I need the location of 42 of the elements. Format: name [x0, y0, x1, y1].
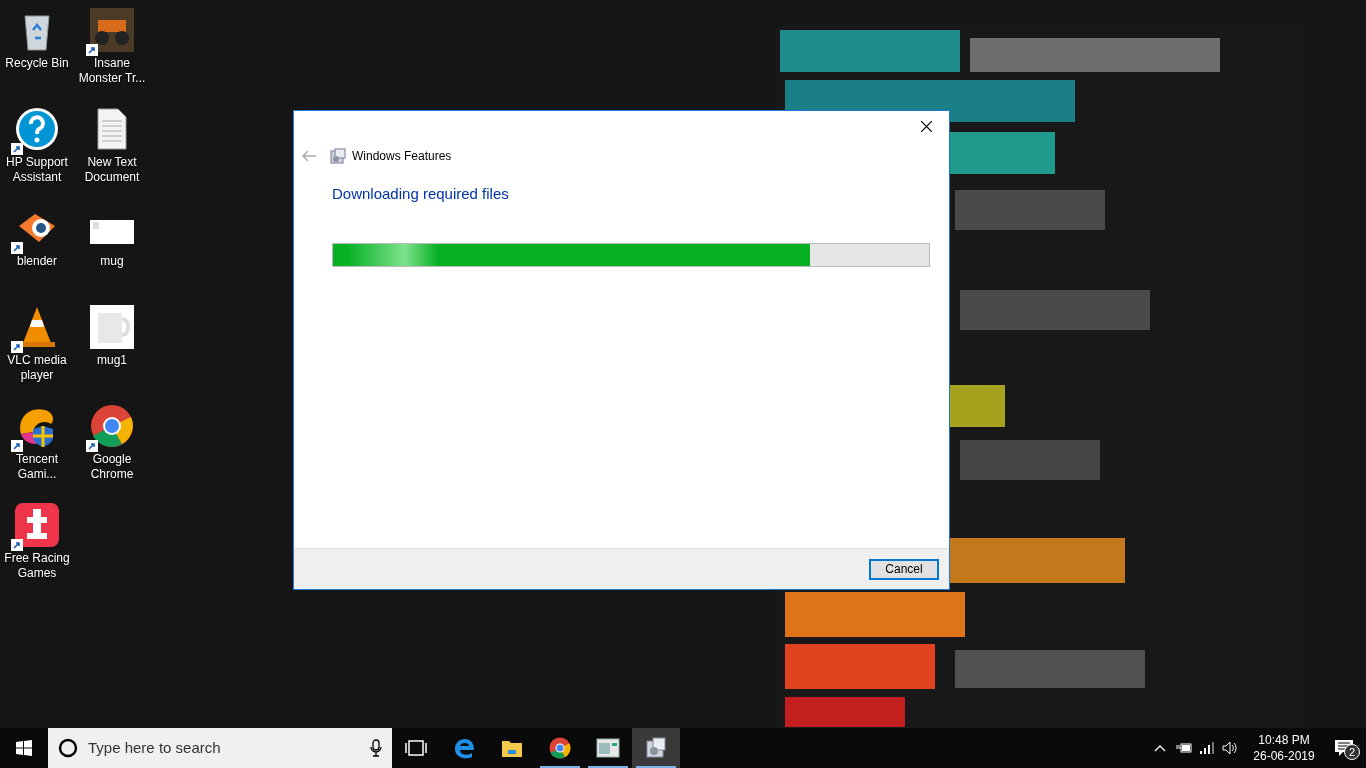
signal-bars-icon[interactable]	[1200, 742, 1214, 754]
windows-logo-icon	[16, 740, 32, 756]
truck-icon	[90, 8, 134, 52]
desktop-icon-label[interactable]: Recycle Bin	[1, 56, 73, 71]
chevron-up-icon[interactable]	[1154, 744, 1166, 752]
taskbar-button[interactable]	[632, 728, 680, 768]
clock-date[interactable]: 26-06-2019	[1253, 748, 1315, 764]
race-car-icon	[15, 503, 59, 547]
close-icon	[920, 120, 932, 132]
desktop-icon-label[interactable]: Free Racing Games	[1, 551, 73, 581]
notification-count: 2	[1344, 744, 1360, 760]
desktop-icon-label[interactable]: blender	[1, 254, 73, 269]
speaker-icon[interactable]	[1222, 741, 1238, 755]
mug-icon	[90, 305, 134, 349]
back-arrow-icon	[302, 150, 316, 162]
desktop-icon-label[interactable]: Tencent Gami...	[1, 452, 73, 482]
installer-icon	[330, 148, 346, 164]
folder-icon[interactable]	[501, 738, 523, 758]
desktop-icon-label[interactable]: VLC media player	[1, 353, 73, 383]
dialog-heading: Downloading required files	[332, 184, 510, 204]
question-mark-icon	[15, 107, 59, 151]
chrome-logo-icon[interactable]	[549, 737, 571, 759]
microphone-icon[interactable]	[370, 739, 382, 757]
action-center-button[interactable]: 2	[1322, 728, 1366, 768]
cancel-button[interactable]: Cancel	[869, 558, 939, 580]
window-title: Windows Features	[352, 148, 452, 165]
desktop-icon-label[interactable]: New Text Document	[76, 155, 148, 185]
edge-logo-icon[interactable]	[453, 737, 475, 759]
installer-icon[interactable]	[645, 737, 667, 759]
desktop-icon-label[interactable]: Insane Monster Tr...	[76, 56, 148, 86]
search-field[interactable]: Type here to search	[88, 736, 370, 760]
desktop-icon-label[interactable]: mug	[76, 254, 148, 269]
search-bar[interactable]: Type here to search	[48, 728, 392, 768]
battery-plug-icon[interactable]	[1176, 743, 1192, 753]
window-icon[interactable]	[596, 738, 620, 758]
search-ring-icon	[58, 738, 78, 758]
desktop-icon-label[interactable]: mug1	[76, 353, 148, 368]
desktop-icon-label[interactable]: Google Chrome	[76, 452, 148, 482]
task-view-icon[interactable]	[405, 740, 427, 756]
clock-time[interactable]: 10:48 PM	[1258, 732, 1310, 748]
desktop-icon-label[interactable]: HP Support Assistant	[1, 155, 73, 185]
chrome-logo-icon	[90, 404, 134, 448]
